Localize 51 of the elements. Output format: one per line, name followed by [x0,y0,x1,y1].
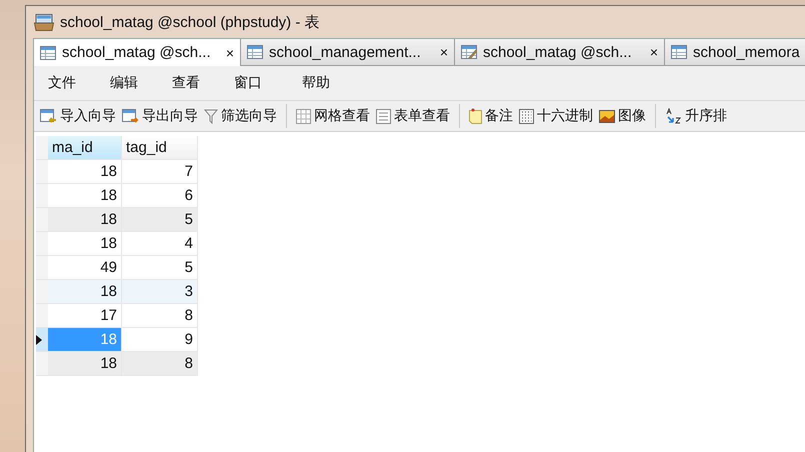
table-row[interactable]: 18 9 [36,328,198,352]
menu-item[interactable]: 窗口 [224,74,272,92]
table-edit-icon [461,45,477,59]
toolbar-button[interactable]: 图像 [596,107,649,125]
window-title: school_matag @school (phpstudy) - 表 [60,12,320,32]
toolbar-button[interactable]: 备注 [466,107,516,125]
menu-item[interactable]: 编辑 [100,74,148,92]
table-icon [247,45,263,59]
table-row[interactable]: 18 6 [36,184,198,208]
toolbar-button[interactable]: 网格查看 [293,107,373,125]
table-row[interactable]: 18 4 [36,232,198,256]
menu-item[interactable]: 帮助 [292,74,340,92]
table-cell[interactable]: 18 [48,352,122,376]
tab[interactable]: school_matag @sch... × [34,39,241,66]
note-icon [469,108,482,124]
close-button[interactable]: × [650,44,658,60]
toolbar-button[interactable]: 升序排 [662,107,730,125]
toolbar-button[interactable]: 表单查看 [373,107,453,125]
column-header[interactable]: ma_id [48,136,122,160]
toolbar-button[interactable]: 导入向导 [37,107,119,125]
table-row[interactable]: 49 5 [36,256,198,280]
toolbar-button[interactable]: 十六进制 [516,107,596,125]
image-icon [599,110,615,122]
close-button[interactable]: × [440,44,448,60]
toolbar-button[interactable]: 导出向导 [119,107,201,125]
app-icon [34,14,54,30]
table-row[interactable]: 18 5 [36,208,198,232]
form-icon [376,108,391,124]
table-import-icon [40,108,57,124]
grid-icon [296,108,311,124]
menu-item[interactable]: 查看 [162,74,210,92]
table-row[interactable]: 17 8 [36,304,198,328]
table-row[interactable]: 18 3 [36,280,198,304]
tab[interactable]: school_matag @sch... × [455,39,665,66]
close-button[interactable]: × [226,44,234,60]
hex-grid-icon [519,108,534,124]
table-row[interactable]: 18 7 [36,160,198,184]
sort-icon [665,108,682,124]
table-icon [671,45,687,59]
tab[interactable]: school_management... × [241,39,455,66]
funnel-icon [204,108,218,124]
menu-item[interactable]: 文件 [38,74,86,92]
column-header[interactable]: tag_id [122,136,198,160]
tab[interactable]: school_memora [665,39,805,66]
row-header[interactable] [36,328,48,352]
table-export-icon [122,108,139,124]
table-row[interactable]: 18 8 [36,352,198,376]
current-row-icon [36,334,42,344]
table-icon [40,46,56,60]
toolbar-button[interactable]: 筛选向导 [201,107,280,125]
table-cell[interactable]: 8 [122,352,198,376]
